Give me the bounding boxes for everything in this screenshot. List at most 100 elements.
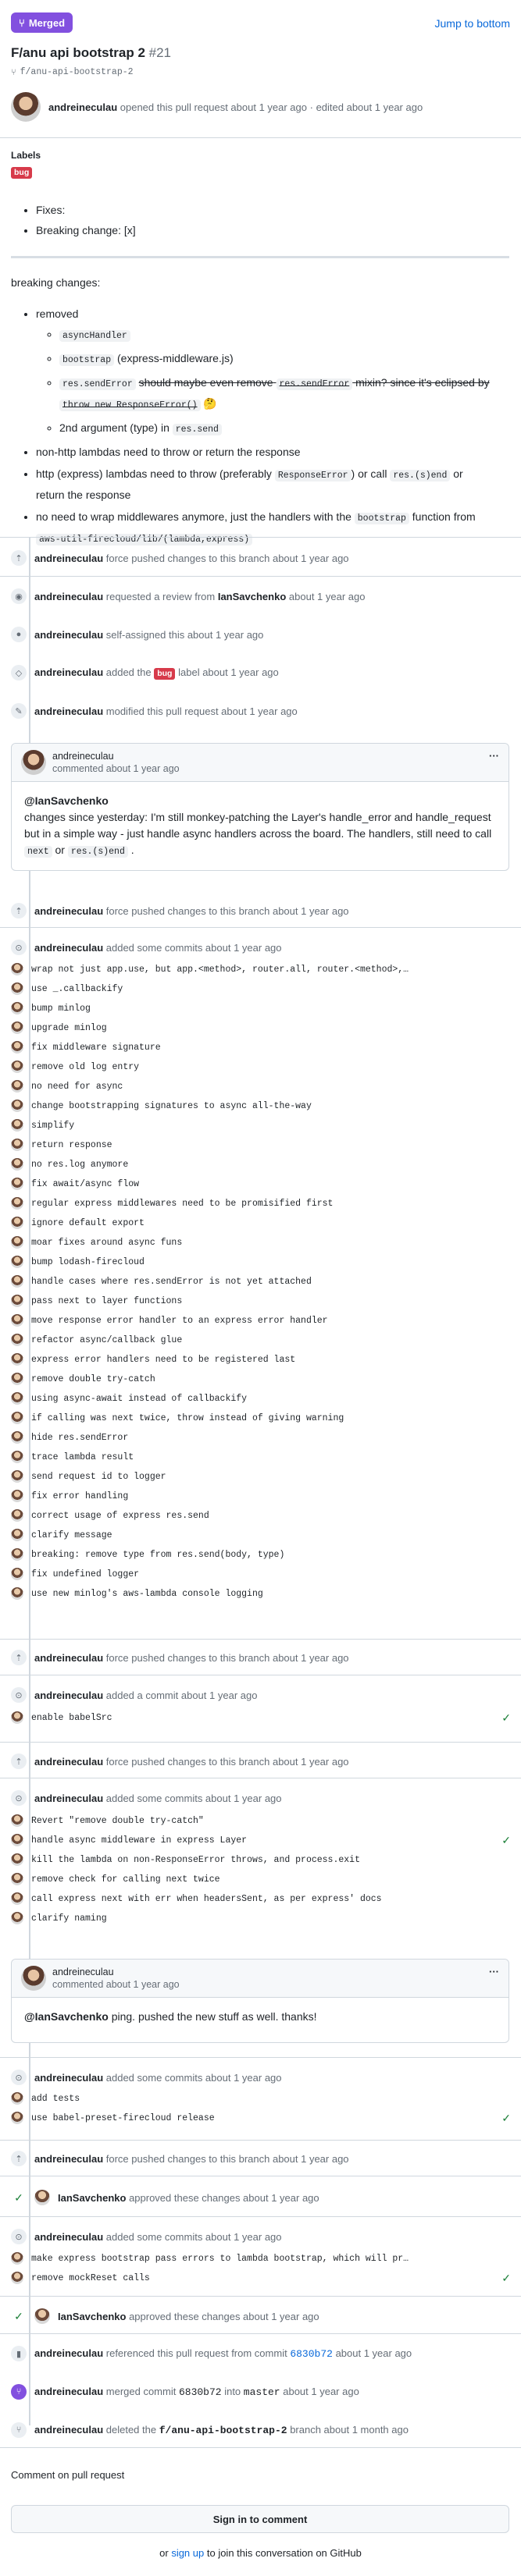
avatar[interactable] — [11, 1217, 23, 1229]
avatar[interactable] — [11, 1834, 23, 1846]
avatar[interactable] — [11, 1392, 23, 1405]
commit-message[interactable]: no res.log anymore — [31, 1160, 128, 1170]
avatar[interactable] — [11, 1587, 23, 1600]
commit-message[interactable]: bump lodash-firecloud — [31, 1257, 145, 1267]
check-icon[interactable]: ✓ — [501, 2272, 511, 2285]
avatar[interactable] — [11, 1412, 23, 1424]
commit-message[interactable]: simplify — [31, 1121, 74, 1131]
avatar[interactable] — [11, 1431, 23, 1444]
commit-message[interactable]: use _.callbackify — [31, 984, 123, 994]
avatar[interactable] — [11, 2092, 23, 2105]
commit-message[interactable]: change bootstrapping signatures to async… — [31, 1101, 312, 1111]
commit-message[interactable]: return response — [31, 1140, 112, 1150]
commit-message[interactable]: pass next to layer functions — [31, 1296, 182, 1306]
commit-message[interactable]: hide res.sendError — [31, 1433, 128, 1443]
commit-message[interactable]: regular express middlewares need to be p… — [31, 1199, 333, 1209]
check-icon[interactable]: ✓ — [501, 2112, 511, 2125]
avatar[interactable] — [34, 2308, 50, 2324]
avatar[interactable] — [11, 1334, 23, 1346]
avatar[interactable] — [11, 1080, 23, 1093]
commit-message[interactable]: send request id to logger — [31, 1472, 166, 1482]
avatar[interactable] — [11, 1100, 23, 1112]
kebab-icon[interactable]: ··· — [489, 750, 499, 762]
avatar[interactable] — [11, 1509, 23, 1522]
avatar[interactable] — [11, 1236, 23, 1249]
commit-message[interactable]: enable babelSrc — [31, 1713, 112, 1723]
commit-message[interactable]: remove check for calling next twice — [31, 1874, 220, 1885]
avatar[interactable] — [11, 1295, 23, 1307]
avatar[interactable] — [11, 1314, 23, 1327]
avatar[interactable] — [11, 1451, 23, 1463]
avatar[interactable] — [21, 1966, 46, 1991]
avatar[interactable] — [11, 1353, 23, 1366]
avatar[interactable] — [21, 750, 46, 775]
commit-message[interactable]: clarify message — [31, 1530, 112, 1540]
avatar[interactable] — [11, 1470, 23, 1483]
commit-message[interactable]: use new minlog's aws-lambda console logg… — [31, 1589, 263, 1599]
avatar[interactable] — [11, 2252, 23, 2265]
avatar[interactable] — [11, 1061, 23, 1073]
commit-message[interactable]: upgrade minlog — [31, 1023, 107, 1033]
commit-message[interactable]: fix error handling — [31, 1491, 128, 1501]
commit-message[interactable]: bump minlog — [31, 1004, 91, 1014]
author-link[interactable]: andreineculau — [48, 101, 117, 113]
commit-message[interactable]: fix middleware signature — [31, 1043, 161, 1053]
avatar[interactable] — [11, 1548, 23, 1561]
avatar[interactable] — [34, 2190, 50, 2205]
commit-message[interactable]: trace lambda result — [31, 1452, 134, 1462]
avatar[interactable] — [11, 1119, 23, 1132]
avatar[interactable] — [11, 1139, 23, 1151]
avatar[interactable] — [11, 1912, 23, 1924]
commit-message[interactable]: express error handlers need to be regist… — [31, 1355, 295, 1365]
commit-message[interactable]: correct usage of express res.send — [31, 1511, 209, 1521]
avatar[interactable] — [11, 1002, 23, 1014]
commit-message[interactable]: breaking: remove type from res.send(body… — [31, 1550, 284, 1560]
commit-message[interactable]: Revert "remove double try-catch" — [31, 1816, 204, 1826]
commit-message[interactable]: remove double try-catch — [31, 1374, 155, 1384]
kebab-icon[interactable]: ··· — [489, 1966, 499, 1977]
commit-message[interactable]: handle async middleware in express Layer — [31, 1835, 247, 1846]
avatar[interactable] — [11, 1275, 23, 1288]
avatar[interactable] — [11, 1158, 23, 1171]
avatar[interactable] — [11, 963, 23, 975]
commit-message[interactable]: handle cases where res.sendError is not … — [31, 1277, 312, 1287]
avatar[interactable] — [11, 1873, 23, 1885]
commit-message[interactable]: add tests — [31, 2094, 80, 2104]
avatar[interactable] — [11, 1178, 23, 1190]
commit-message[interactable]: make express bootstrap pass errors to la… — [31, 2254, 409, 2264]
avatar[interactable] — [11, 1022, 23, 1034]
sign-in-button[interactable]: Sign in to comment — [11, 2505, 509, 2533]
avatar[interactable] — [11, 1373, 23, 1385]
avatar[interactable] — [11, 1892, 23, 1905]
avatar[interactable] — [11, 2112, 23, 2124]
label-bug[interactable]: bug — [11, 165, 33, 179]
avatar[interactable] — [11, 1529, 23, 1541]
commit-message[interactable]: ignore default export — [31, 1218, 145, 1228]
avatar[interactable] — [11, 982, 23, 995]
commit-message[interactable]: no need for async — [31, 1082, 123, 1092]
check-icon[interactable]: ✓ — [501, 1711, 511, 1725]
commit-message[interactable]: move response error handler to an expres… — [31, 1316, 328, 1326]
author-avatar[interactable] — [11, 92, 41, 122]
commit-message[interactable]: fix undefined logger — [31, 1569, 139, 1579]
check-icon[interactable]: ✓ — [501, 1834, 511, 1847]
commit-message[interactable]: wrap not just app.use, but app.<method>,… — [31, 965, 409, 975]
avatar[interactable] — [11, 1256, 23, 1268]
commit-message[interactable]: clarify naming — [31, 1913, 107, 1924]
avatar[interactable] — [11, 1814, 23, 1827]
avatar[interactable] — [11, 1490, 23, 1502]
commit-message[interactable]: moar fixes around async funs — [31, 1238, 182, 1248]
commit-message[interactable]: use babel-preset-firecloud release — [31, 2113, 215, 2123]
sign-up-link[interactable]: sign up — [171, 2547, 204, 2559]
commit-message[interactable]: fix await/async flow — [31, 1179, 139, 1189]
avatar[interactable] — [11, 1711, 23, 1724]
commit-message[interactable]: call express next with err when headersS… — [31, 1894, 382, 1904]
commit-message[interactable]: kill the lambda on non-ResponseError thr… — [31, 1855, 360, 1865]
commit-message[interactable]: refactor async/callback glue — [31, 1335, 182, 1345]
commit-message[interactable]: remove old log entry — [31, 1062, 139, 1072]
avatar[interactable] — [11, 1197, 23, 1210]
avatar[interactable] — [11, 1568, 23, 1580]
commit-message[interactable]: remove mockReset calls — [31, 2273, 150, 2283]
jump-to-bottom-link[interactable]: Jump to bottom — [435, 17, 511, 30]
avatar[interactable] — [11, 2272, 23, 2284]
